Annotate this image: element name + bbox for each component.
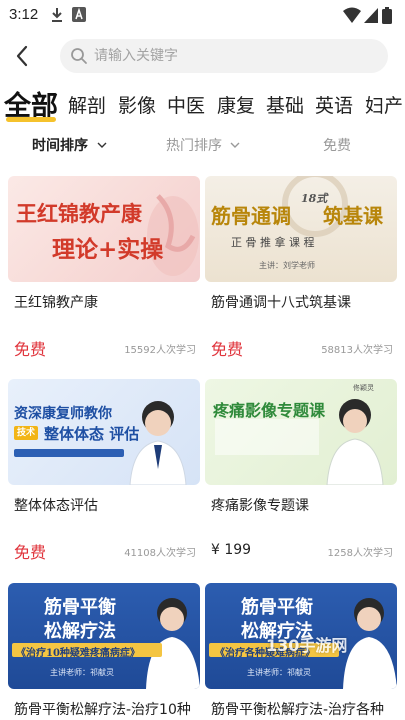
course-card[interactable]: 资深康复师教你 技术 整体体态 评估 整体体态评估 免费 41108人次学习 — [8, 379, 200, 569]
status-bar: 3:12 — [0, 0, 405, 30]
category-tab-rehab[interactable]: 康复 — [217, 91, 255, 118]
sort-by-hot-label: 热门排序 — [166, 138, 222, 154]
course-title: 疼痛影像专题课 — [211, 498, 309, 514]
category-tab-obstetrics[interactable]: 妇产 — [365, 91, 403, 118]
battery-icon — [382, 7, 392, 24]
course-title: 筋骨通调十八式筑基课 — [211, 295, 351, 311]
category-tab-anatomy[interactable]: 解剖 — [68, 91, 106, 118]
course-price: ¥ 199 — [211, 542, 252, 558]
course-card[interactable]: 疼痛影像专题课 佟颖灵 疼痛影像专题课 ¥ 199 1258人次学习 — [205, 379, 397, 569]
course-price: 免费 — [211, 340, 244, 359]
category-tab-imaging[interactable]: 影像 — [118, 91, 156, 118]
signal-icon — [364, 8, 378, 23]
thumb-subtitle: 正 骨 推 拿 课 程 — [231, 236, 315, 249]
download-icon — [52, 8, 62, 22]
back-arrow-icon[interactable] — [10, 42, 36, 70]
sort-bar: 时间排序 热门排序 免费 — [0, 132, 405, 156]
learner-count: 1258人次学习 — [327, 548, 393, 559]
course-price: 免费 — [14, 340, 47, 359]
thumb-teacher: 主讲：刘学老师 — [259, 261, 315, 270]
category-tabs: 全部 解剖 影像 中医 康复 基础 英语 妇产 — [0, 84, 405, 124]
thumb-title: 筋骨平衡 — [241, 597, 313, 618]
course-title: 筋骨平衡松解疗法-治疗10种 — [14, 702, 191, 718]
course-thumbnail: 筋骨通调 18式 筑基课 正 骨 推 拿 课 程 主讲：刘学老师 — [205, 176, 397, 282]
category-tab-english[interactable]: 英语 — [315, 91, 353, 118]
chevron-down-icon — [230, 142, 240, 148]
category-tab-tcm[interactable]: 中医 — [167, 91, 205, 118]
thumb-teacher: 主讲老师：祁献灵 — [50, 668, 114, 677]
chevron-down-icon — [97, 142, 107, 148]
course-card[interactable]: 王红锦教产康 理论+实操 王红锦教产康 免费 15592人次学习 — [8, 176, 200, 366]
course-title: 王红锦教产康 — [14, 295, 98, 311]
thumb-title: 王红锦教产康 — [16, 201, 142, 226]
thumb-title: 疼痛影像专题课 — [213, 401, 326, 420]
thumb-title: 筋骨通调 — [211, 204, 291, 228]
thumb-name: 佟颖灵 — [353, 384, 374, 392]
thumb-banner: 《治疗10种疑难疼痛病症》 — [16, 648, 140, 659]
thumb-teacher: 主讲老师：祁献灵 — [247, 668, 311, 677]
sort-by-hot[interactable]: 热门排序 — [166, 135, 240, 155]
pelvis-illustration — [147, 194, 199, 276]
course-thumbnail: 资深康复师教你 技术 整体体态 评估 — [8, 379, 200, 485]
learner-count: 41108人次学习 — [124, 548, 196, 559]
course-title: 筋骨平衡松解疗法-治疗各种 — [211, 702, 385, 718]
sort-by-time-label: 时间排序 — [32, 138, 88, 154]
thumb-title-2: 筑基课 — [323, 204, 383, 228]
thumb-subtitle: 整体体态 评估 — [44, 425, 140, 443]
course-card[interactable]: 筋骨平衡 松解疗法 《治疗10种疑难疼痛病症》 主讲老师：祁献灵 筋骨平衡松解疗… — [8, 583, 200, 720]
thumb-subtitle: 理论+实操 — [52, 236, 164, 263]
course-thumbnail: 王红锦教产康 理论+实操 — [8, 176, 200, 282]
app-notification-icon — [72, 7, 86, 22]
course-price: 免费 — [14, 543, 47, 562]
thumb-subtitle: 松解疗法 — [44, 621, 116, 642]
watermark: 130手游网 — [266, 636, 348, 655]
category-tab-basic[interactable]: 基础 — [266, 91, 304, 118]
search-input[interactable] — [94, 39, 374, 73]
thumb-title: 筋骨平衡 — [44, 597, 116, 618]
learner-count: 58813人次学习 — [321, 345, 393, 356]
status-time: 3:12 — [9, 6, 39, 23]
wifi-icon — [343, 7, 361, 23]
active-tab-underline — [6, 117, 56, 122]
thumb-title: 资深康复师教你 — [14, 406, 112, 422]
filter-free[interactable]: 免费 — [323, 135, 351, 155]
instructor-figure — [215, 399, 384, 485]
course-thumbnail: 疼痛影像专题课 佟颖灵 — [205, 379, 397, 485]
search-icon — [71, 48, 87, 64]
thumb-tag: 技术 — [14, 426, 38, 440]
course-thumbnail: 筋骨平衡 松解疗法 《治疗10种疑难疼痛病症》 主讲老师：祁献灵 — [8, 583, 200, 689]
thumb-bar — [14, 449, 124, 457]
course-title: 整体体态评估 — [14, 498, 98, 514]
course-card[interactable]: 筋骨通调 18式 筑基课 正 骨 推 拿 课 程 主讲：刘学老师 筋骨通调十八式… — [205, 176, 397, 366]
search-bar[interactable] — [60, 39, 388, 73]
sort-by-time[interactable]: 时间排序 — [32, 135, 107, 155]
learner-count: 15592人次学习 — [124, 345, 196, 356]
